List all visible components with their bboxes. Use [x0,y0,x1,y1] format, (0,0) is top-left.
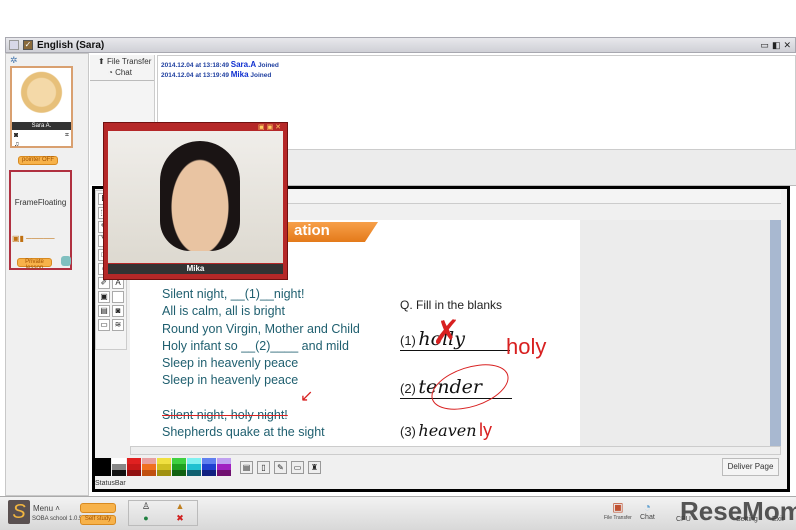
tab-file-transfer[interactable]: ⬆ File Transfer [90,55,154,66]
taskbar-chat[interactable]: ◔ Chat [640,500,655,521]
taskbar [0,496,796,530]
color-swatch[interactable] [142,470,156,476]
stamp-icon[interactable]: ♜ [308,461,321,474]
self-study-button[interactable]: Self study [80,515,116,525]
color-swatch[interactable] [187,470,201,476]
horizontal-scrollbar[interactable] [130,446,781,455]
gear-icon[interactable]: ✲ [10,55,18,66]
color-swatch[interactable] [157,470,171,476]
video-window-controls[interactable]: ▣ ▣ ✕ [258,123,281,131]
minimize-icon[interactable]: ▭ [760,40,769,51]
palette-column [157,458,171,476]
video-window-mika[interactable]: ▣ ▣ ✕ Mika [103,122,288,280]
vertical-scrollbar[interactable] [770,220,781,446]
poem-line: Holy infant so __(2)____ and mild [162,338,349,353]
poem-line: Round yon Virgin, Mother and Child [162,321,360,336]
palette-column [112,458,126,476]
poem-text: Silent night, __(1)__night! All is calm,… [162,286,360,441]
watermark: ReseMom [680,496,796,526]
camera-icon[interactable]: ◙ ⌗ [12,130,71,141]
private-lesson-button[interactable]: Private lesson [17,258,52,271]
text-box-icon[interactable]: ▭ [291,461,304,474]
poem-line: Sleep in heavenly peace [162,373,299,388]
app-logo: S [8,500,30,524]
written-answer: heaven [418,421,477,440]
color-swatch[interactable] [172,470,186,476]
color-swatch[interactable] [127,470,141,476]
palette-column [187,458,201,476]
color-swatch[interactable] [217,470,231,476]
poem-line: Silent night, __(1)__night! [162,287,305,301]
cancel-icon[interactable]: ✖ [163,513,197,525]
color-swatch[interactable] [202,470,216,476]
question-title: Q. Fill in the blanks [400,298,503,312]
window-title: English (Sara) [37,39,105,51]
log-entry: 2014.12.04 at 13:19:49 Mika Joined [161,70,272,79]
color-palette: ▤ ▯ ✎ ▭ ♜ [95,458,321,476]
palette-column [202,458,216,476]
user-icon[interactable]: ♙ [129,501,163,513]
palette-column [172,458,186,476]
insert-image-icon[interactable]: ▤ [240,461,253,474]
answer-number: (2) [400,381,416,396]
video-feed [108,131,283,263]
blank [112,291,124,303]
pointer-toggle-button[interactable]: pointer OFF [18,156,58,165]
expand-icon: ⌗ [65,132,69,139]
layers-tool[interactable]: ≋ [112,319,124,331]
participant-photo [12,68,71,122]
version-label: SOBA school 1.0.5 [32,516,83,522]
deliver-page-button[interactable]: Deliver Page [722,458,779,476]
poem-line: Shepherds quake at the sight [162,425,325,440]
maximize-icon[interactable]: ◧ [772,40,781,51]
arrow-annotation-icon: ↙ [300,388,314,405]
menu-button[interactable]: Menu ˄ [33,504,60,513]
page-tool[interactable]: ▤ [98,305,110,317]
answer-number: (1) [400,333,416,348]
frame-floating-label: FrameFloating [14,198,67,207]
camera-tool[interactable]: ◙ [112,305,124,317]
new-page-icon[interactable]: ▯ [257,461,270,474]
correction-1: holy [506,334,547,359]
warning-icon[interactable]: ▲ [163,501,197,513]
color-swatch[interactable] [112,470,126,476]
participant-name: Sara A. [12,122,71,130]
close-icon[interactable]: ✕ [783,40,791,51]
status-bar: StatusBar [95,480,126,487]
correction-3: ly [479,420,493,440]
log-entry: 2014.12.04 at 13:18:49 Sara.A Joined [161,60,279,69]
edit-icon[interactable]: ✎ [274,461,287,474]
frame-floating: FrameFloating ▣▮ ───── Private lesson [9,170,72,271]
chat-bubble-icon[interactable] [61,256,71,266]
page-margin [580,220,770,446]
orange-button[interactable] [80,503,116,513]
answer-number: (3) [400,424,416,439]
poem-line: Sleep in heavenly peace [162,356,299,371]
answer-3: (3) heaven ly [400,420,492,441]
ok-icon[interactable]: ● [129,513,163,525]
poem-line: Silent night, holy night! [162,407,288,422]
screen-tool[interactable]: ▭ [98,319,110,331]
checkbox-icon[interactable]: ✓ [23,40,33,50]
tab-chat[interactable]: ◔ Chat [90,66,154,81]
video-participant-name: Mika [108,264,283,274]
mic-icon[interactable]: ▣▮ ───── [12,234,55,243]
palette-column [142,458,156,476]
audio-icon[interactable]: ♫ [12,141,71,148]
palette-column [127,458,141,476]
poem-line: All is calm, all is bright [162,304,285,319]
status-grid: ♙ ▲ ● ✖ [128,500,198,526]
participant-face [160,141,240,251]
window-menu-icon[interactable] [9,40,19,50]
cross-mark-icon: ✗ [432,314,461,352]
taskbar-file-transfer[interactable]: ▣ File Transfer [604,500,632,521]
color-black[interactable] [95,458,111,476]
window-titlebar: ✓ English (Sara) ▭ ◧ ✕ [5,37,796,53]
palette-column [217,458,231,476]
participant-card-sara[interactable]: Sara A. ◙ ⌗ ♫ [10,66,73,148]
stamp-tool[interactable]: ▣ [98,291,110,303]
